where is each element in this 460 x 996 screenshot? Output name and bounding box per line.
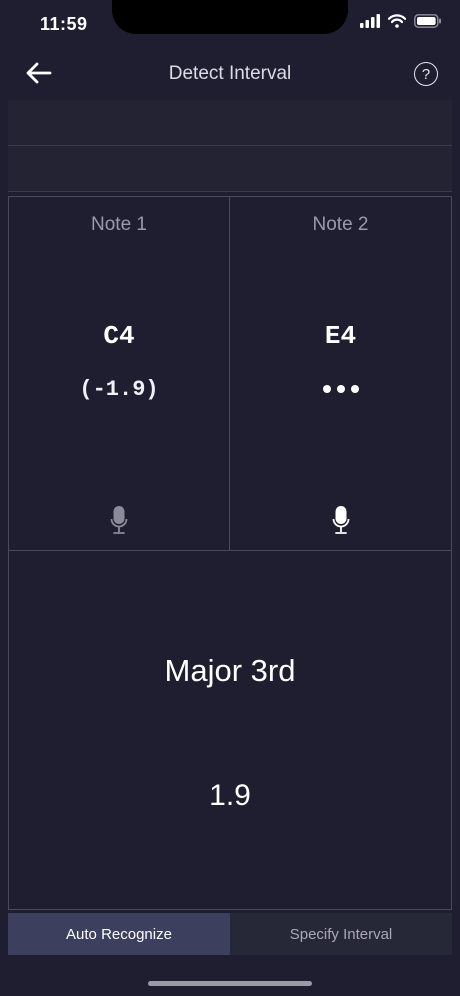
- mode-tabs: Auto Recognize Specify Interval: [8, 913, 452, 955]
- home-indicator[interactable]: [148, 981, 312, 986]
- note-1-cents: (-1.9): [79, 377, 159, 402]
- interval-panel: Note 1 C4 (-1.9) Note 2 E4 Major 3rd 1.9: [8, 196, 452, 910]
- note-1-mic-button[interactable]: [9, 505, 229, 540]
- help-button[interactable]: ?: [414, 62, 438, 86]
- panel-divider: [9, 550, 451, 551]
- interval-name: Major 3rd: [164, 653, 296, 688]
- note-1-panel: Note 1 C4 (-1.9): [9, 197, 230, 550]
- note-2-panel: Note 2 E4: [230, 197, 451, 550]
- interval-value: 1.9: [209, 779, 251, 812]
- note-1-name: C4: [103, 321, 135, 351]
- note-2-name: E4: [324, 321, 357, 351]
- pending-dot: [322, 385, 331, 393]
- status-time: 11:59: [40, 14, 88, 34]
- tab-specify-interval[interactable]: Specify Interval: [230, 913, 452, 955]
- cellular-signal-icon: [360, 14, 380, 33]
- pending-dot: [350, 385, 359, 393]
- pending-dot: [336, 385, 345, 393]
- battery-icon: [414, 14, 442, 33]
- tab-auto-recognize[interactable]: Auto Recognize: [8, 913, 230, 955]
- note-1-label: Note 1: [91, 214, 147, 235]
- microphone-icon: [332, 505, 350, 540]
- page-title: Detect Interval: [168, 63, 292, 84]
- status-bar: 11:59: [0, 0, 460, 50]
- info-strip-top: [8, 100, 452, 146]
- note-2-pending-indicator: [230, 385, 451, 393]
- status-icons: [360, 14, 442, 33]
- question-mark-icon: ?: [421, 65, 431, 83]
- note-2-mic-button[interactable]: [230, 505, 451, 540]
- device-notch: [112, 0, 348, 34]
- microphone-icon: [110, 505, 128, 540]
- note-2-label: Note 2: [312, 214, 369, 235]
- nav-bar: Detect Interval ?: [0, 50, 460, 100]
- wifi-icon: [387, 14, 407, 33]
- info-strip-bottom: [8, 146, 452, 192]
